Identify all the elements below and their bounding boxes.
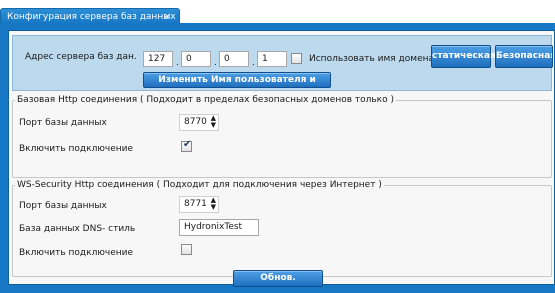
ip-octet-2[interactable]: 0: [181, 51, 211, 67]
refresh-button[interactable]: Обнов.: [233, 270, 323, 287]
tab-title: Конфигурация сервера баз данных: [7, 12, 176, 22]
http-enable-checkbox[interactable]: ✔: [181, 139, 192, 152]
ws-security-title: WS-Security Http соединения ( Подходит д…: [15, 180, 384, 190]
http-enable-label: Включить подключение: [19, 144, 134, 154]
ws-port-stepper[interactable]: 8771 ▲ ▼: [179, 196, 219, 213]
ip-dot: .: [176, 58, 179, 68]
ws-port-label: Порт базы данных: [19, 201, 107, 211]
server-address-bar: Адрес сервера баз дан. 127 . 0 . 0 . 1 И…: [12, 35, 553, 99]
chevron-down-icon[interactable]: ▼: [211, 121, 216, 129]
ws-enable-label: Включить подключение: [19, 248, 134, 258]
config-panel: Адрес сервера баз дан. 127 . 0 . 0 . 1 И…: [8, 30, 555, 285]
ip-octet-1[interactable]: 127: [143, 51, 173, 67]
basic-http-title: Базовая Http соединения ( Подходит в пре…: [15, 95, 396, 105]
window-frame: Адрес сервера баз дан. 127 . 0 . 0 . 1 И…: [0, 23, 555, 293]
use-domain-name-checkbox[interactable]: [291, 53, 302, 64]
http-port-value: 8770: [184, 117, 207, 127]
basic-http-group: Базовая Http соединения ( Подходит в пре…: [12, 95, 552, 178]
ip-octet-4[interactable]: 1: [257, 51, 287, 67]
chevron-down-icon[interactable]: ▼: [211, 203, 216, 211]
spinner-arrows-icon[interactable]: ▲ ▼: [211, 197, 216, 211]
static-button[interactable]: статическая: [431, 45, 496, 68]
spinner-arrows-icon[interactable]: ▲ ▼: [211, 115, 216, 129]
dns-style-input[interactable]: HydronixTest: [179, 219, 259, 236]
change-credentials-button[interactable]: Изменить Имя пользователя и пароль: [143, 72, 331, 99]
secure-button[interactable]: Безопасная в: [495, 45, 553, 68]
ws-enable-checkbox[interactable]: [181, 244, 192, 255]
ip-dot: .: [214, 58, 217, 68]
tab-bar: Конфигурация сервера баз данных ×: [0, 0, 555, 24]
server-address-label: Адрес сервера баз дан.: [25, 52, 137, 62]
ws-security-group: WS-Security Http соединения ( Подходит д…: [12, 180, 552, 277]
use-domain-name-label: Использовать имя домена: [309, 54, 435, 64]
tab-db-server-config[interactable]: Конфигурация сервера баз данных ×: [0, 8, 180, 24]
http-port-stepper[interactable]: 8770 ▲ ▼: [179, 114, 219, 131]
http-port-label: Порт базы данных: [19, 118, 107, 128]
dns-style-label: База данных DNS- стиль: [19, 224, 136, 234]
ws-port-value: 8771: [184, 199, 207, 209]
checkmark-icon: ✔: [183, 139, 192, 150]
ip-dot: .: [252, 58, 255, 68]
ip-octet-3[interactable]: 0: [219, 51, 249, 67]
